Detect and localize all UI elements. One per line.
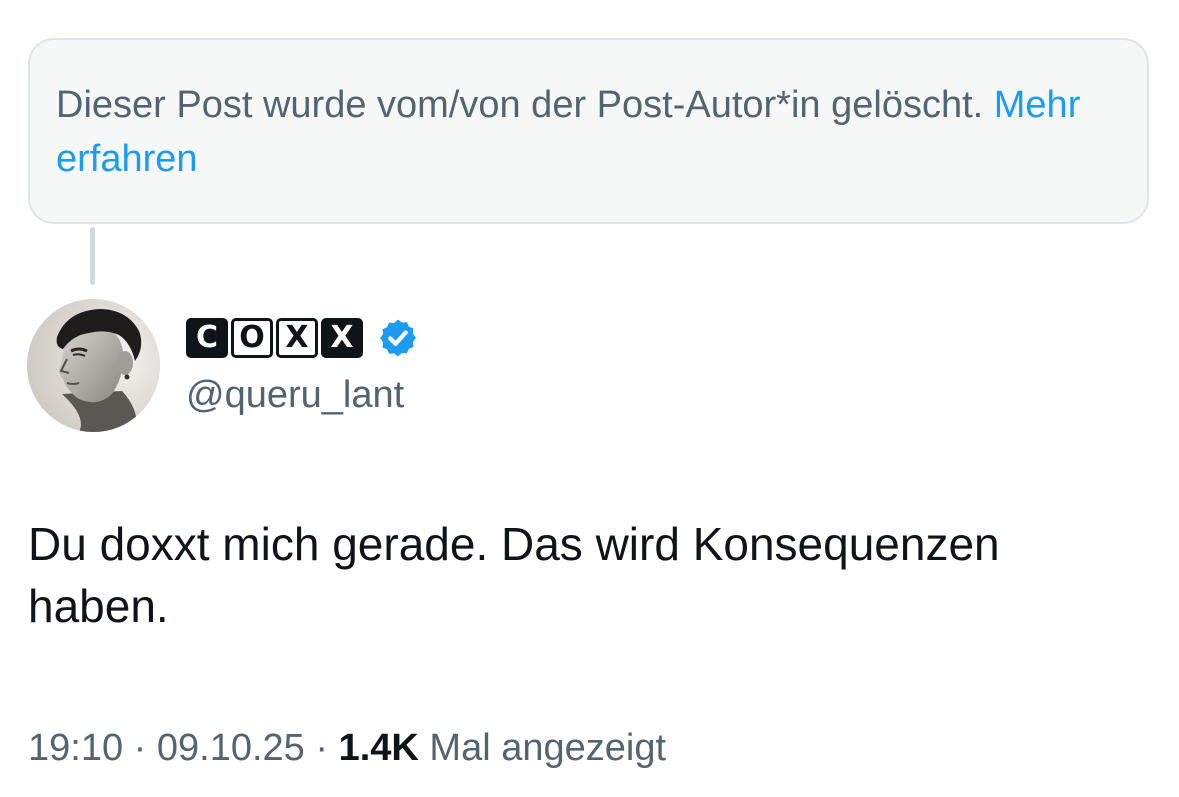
meta-separator: · bbox=[133, 727, 147, 769]
views-count[interactable]: 1.4K bbox=[339, 727, 419, 769]
tweet-date[interactable]: 09.10.25 bbox=[157, 727, 305, 769]
display-name-letter: O bbox=[231, 318, 273, 358]
avatar[interactable] bbox=[27, 299, 160, 432]
display-name-tiles: C O X X bbox=[186, 318, 363, 358]
display-name-letter: X bbox=[321, 318, 363, 358]
author-display-name[interactable]: C O X X bbox=[186, 316, 419, 360]
tweet-time[interactable]: 19:10 bbox=[28, 727, 123, 769]
meta-separator: · bbox=[315, 727, 329, 769]
deleted-post-notice-text: Dieser Post wurde vom/von der Post-Autor… bbox=[56, 84, 984, 126]
tweet-meta: 19:10 · 09.10.25 · 1.4K Mal angezeigt bbox=[28, 722, 666, 774]
verified-badge-icon[interactable] bbox=[377, 317, 419, 359]
deleted-post-notice: Dieser Post wurde vom/von der Post-Autor… bbox=[28, 38, 1149, 224]
display-name-letter: X bbox=[276, 318, 318, 358]
avatar-portrait-image bbox=[27, 299, 160, 432]
thread-connector-line bbox=[90, 227, 95, 285]
display-name-letter: C bbox=[186, 318, 228, 358]
author-handle[interactable]: @queru_lant bbox=[186, 370, 404, 420]
tweet-text: Du doxxt mich gerade. Das wird Konsequen… bbox=[28, 518, 1000, 632]
views-label: Mal angezeigt bbox=[429, 727, 667, 769]
